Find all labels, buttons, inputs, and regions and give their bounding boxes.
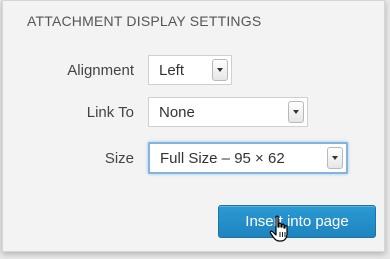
attachment-display-settings-panel: ATTACHMENT DISPLAY SETTINGS Alignment Le… bbox=[2, 0, 385, 252]
alignment-value: Left bbox=[159, 61, 185, 79]
chevron-down-icon bbox=[327, 147, 343, 169]
section-title: ATTACHMENT DISPLAY SETTINGS bbox=[27, 13, 262, 29]
chevron-down-icon bbox=[288, 101, 304, 123]
link-to-select[interactable]: None bbox=[148, 97, 308, 127]
link-to-label: Link To bbox=[86, 104, 134, 121]
hand-pointer-cursor-icon bbox=[269, 215, 288, 242]
insert-button-label: Insert into page bbox=[245, 213, 349, 230]
alignment-select[interactable]: Left bbox=[148, 55, 232, 85]
link-to-value: None bbox=[159, 103, 195, 121]
size-select[interactable]: Full Size – 95 × 62 bbox=[148, 142, 348, 174]
size-value: Full Size – 95 × 62 bbox=[160, 149, 285, 167]
insert-into-page-button[interactable]: Insert into page bbox=[218, 205, 376, 238]
alignment-label: Alignment bbox=[67, 62, 134, 79]
size-label: Size bbox=[104, 150, 134, 167]
chevron-down-icon bbox=[212, 59, 228, 81]
